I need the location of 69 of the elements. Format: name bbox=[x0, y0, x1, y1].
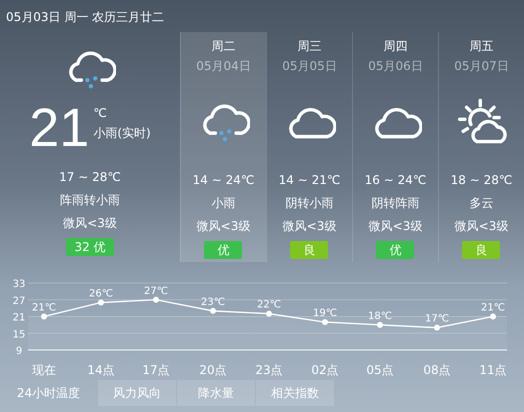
value-label: 27℃ bbox=[144, 286, 168, 297]
temperature-range: 18 ~ 28℃ bbox=[450, 172, 512, 188]
category-label: 现在 bbox=[32, 363, 56, 377]
value-label: 23℃ bbox=[201, 296, 225, 308]
weekday-label: 周五 bbox=[470, 38, 494, 54]
value-label: 17℃ bbox=[425, 314, 449, 325]
wind-level: 微风<3级 bbox=[63, 215, 117, 231]
temperature-range: 16 ~ 24℃ bbox=[364, 172, 426, 188]
day-date: 05月07日 bbox=[454, 58, 509, 74]
category-label: 14点 bbox=[87, 363, 115, 377]
weekday-label: 周四 bbox=[384, 38, 408, 54]
date-line: 05月03日 周一 农历三月廿二 bbox=[5, 9, 164, 26]
value-label: 26℃ bbox=[89, 288, 113, 300]
weekday-label: 周二 bbox=[212, 38, 236, 54]
value-label: 19℃ bbox=[313, 308, 337, 320]
data-point bbox=[490, 314, 496, 320]
temperature-unit: ℃ bbox=[93, 105, 108, 121]
temperature-range: 14 ~ 24℃ bbox=[192, 172, 254, 188]
axis-tick-label: 33 bbox=[12, 279, 26, 290]
air-quality-badge: 32 优 bbox=[66, 238, 114, 256]
day-date: 05月04日 bbox=[196, 58, 251, 74]
current-condition: 小雨(实时) bbox=[93, 125, 151, 141]
forecast-day-card[interactable]: 周三 05月05日 14 ~ 21℃ 阴转小雨 微风<3级 良 bbox=[266, 32, 352, 262]
value-label: 21℃ bbox=[32, 302, 56, 314]
air-quality-badge: 优 bbox=[204, 241, 242, 259]
axis-tick-label: 15 bbox=[12, 329, 26, 340]
category-label: 05点 bbox=[366, 363, 394, 377]
air-quality-badge: 优 bbox=[376, 241, 414, 259]
temperature-range: 17 ~ 28℃ bbox=[59, 169, 121, 185]
day-date: 05月05日 bbox=[282, 58, 337, 74]
category-label: 02点 bbox=[311, 363, 339, 377]
forecast-day-card[interactable]: 周四 05月06日 16 ~ 24℃ 阴转阵雨 微风<3级 优 bbox=[352, 32, 438, 262]
day-date: 05月06日 bbox=[368, 58, 423, 74]
wind-level: 微风<3级 bbox=[282, 218, 336, 234]
air-quality-badge: 良 bbox=[462, 241, 500, 259]
weather-description: 小雨 bbox=[211, 195, 236, 211]
data-point bbox=[210, 308, 216, 314]
data-point bbox=[322, 319, 328, 326]
data-point bbox=[434, 324, 440, 331]
category-label: 23点 bbox=[255, 363, 283, 377]
category-label: 11点 bbox=[479, 363, 507, 377]
axis-tick-label: 9 bbox=[16, 346, 22, 357]
current-temperature: 21 bbox=[29, 101, 90, 155]
axis-tick-label: 21 bbox=[12, 312, 26, 324]
forecast-day-card[interactable]: 周五 05月07日 18 ~ 28℃ 多云 微风<3级 良 bbox=[438, 32, 524, 262]
weather-description: 阴转小雨 bbox=[285, 195, 334, 211]
air-quality-badge: 良 bbox=[290, 241, 328, 259]
weather-description: 多云 bbox=[469, 195, 494, 211]
data-point bbox=[98, 300, 104, 306]
forecast-day-card[interactable]: 周二 05月04日 14 ~ 24℃ 小雨 微风<3级 优 bbox=[180, 32, 266, 262]
wind-level: 微风<3级 bbox=[454, 218, 508, 234]
data-point bbox=[153, 296, 159, 303]
category-label: 08点 bbox=[423, 363, 451, 377]
weekday-label: 周三 bbox=[298, 38, 322, 54]
category-label: 17点 bbox=[142, 363, 170, 377]
category-label: 20点 bbox=[199, 363, 227, 377]
data-point bbox=[266, 310, 272, 317]
value-label: 18℃ bbox=[368, 310, 392, 322]
wind-level: 微风<3级 bbox=[196, 218, 250, 234]
wind-level: 微风<3级 bbox=[368, 218, 422, 234]
axis-tick-label: 27 bbox=[12, 296, 26, 307]
weather-description: 阵雨转小雨 bbox=[60, 192, 120, 208]
weather-description: 阴转阵雨 bbox=[371, 195, 420, 211]
data-point bbox=[41, 314, 47, 320]
sun-cloud-icon bbox=[456, 97, 508, 145]
value-label: 21℃ bbox=[481, 302, 505, 314]
value-label: 22℃ bbox=[257, 300, 281, 311]
temperature-range: 14 ~ 21℃ bbox=[278, 172, 340, 188]
data-point bbox=[377, 322, 383, 328]
